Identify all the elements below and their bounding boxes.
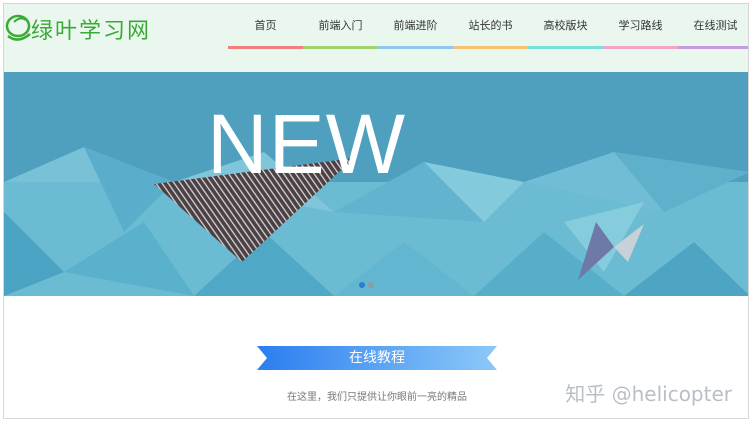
page-frame: 绿叶学习网 首页 前端入门 前端进阶 站长的书 高校版块 学习路线 在线测试 N… [3, 3, 749, 419]
leaf-logo-icon [5, 14, 31, 41]
logo-text: 绿叶学习网 [31, 19, 152, 44]
watermark: 知乎 @helicopter [565, 382, 732, 406]
carousel-dots [359, 282, 374, 288]
nav-item[interactable]: 学习路线 [603, 4, 678, 49]
site-logo[interactable]: 绿叶学习网 [4, 8, 174, 48]
nav-item[interactable]: 首页 [228, 4, 303, 49]
nav-item[interactable]: 在线测试 [678, 4, 748, 49]
site-header: 绿叶学习网 首页 前端入门 前端进阶 站长的书 高校版块 学习路线 在线测试 [4, 4, 748, 72]
nav-item[interactable]: 前端进阶 [378, 4, 453, 49]
nav-item[interactable]: 站长的书 [453, 4, 528, 49]
section-title: 在线教程 [349, 350, 405, 366]
hero-banner[interactable]: NEW [4, 72, 748, 296]
nav-item[interactable]: 高校版块 [528, 4, 603, 49]
section-ribbon: 在线教程 [257, 346, 497, 370]
carousel-dot[interactable] [368, 282, 374, 288]
carousel-dot[interactable] [359, 282, 365, 288]
banner-headline: NEW [207, 97, 406, 191]
nav-item[interactable]: 前端入门 [303, 4, 378, 49]
main-nav: 首页 前端入门 前端进阶 站长的书 高校版块 学习路线 在线测试 [228, 4, 748, 50]
